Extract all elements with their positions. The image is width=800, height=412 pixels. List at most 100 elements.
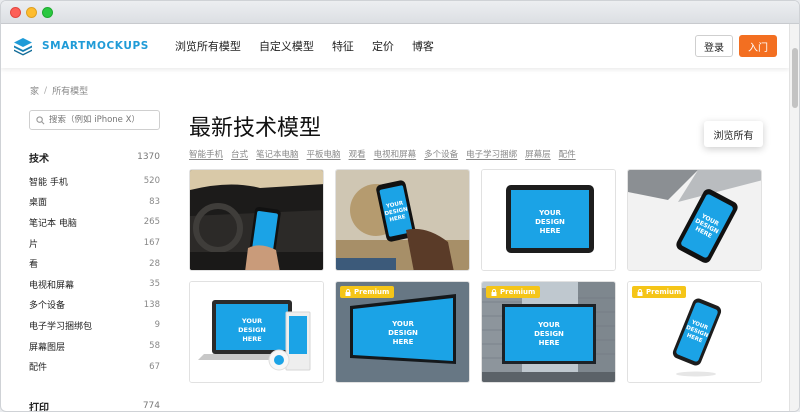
mockup-thumbnail: YOUR DESIGN HERE — [482, 170, 615, 270]
category-print[interactable]: 打印 774 — [29, 392, 160, 411]
breadcrumb-home[interactable]: 家 — [30, 84, 39, 97]
mockup-card-car-phone[interactable] — [189, 169, 324, 271]
auth-buttons: 登录 入门 — [695, 35, 777, 57]
sidebar-item-tablets[interactable]: 片 167 — [29, 233, 160, 254]
design-text-line1: YOUR — [537, 321, 560, 329]
sidebar-item-laptops[interactable]: 笔记本 电脑 265 — [29, 212, 160, 233]
filter-multiple-devices[interactable]: 多个设备 — [424, 148, 458, 160]
sidebar-item-count: 67 — [149, 361, 160, 372]
design-text-line3: HERE — [242, 335, 261, 343]
sidebar-item-count: 58 — [149, 341, 160, 352]
category-tech[interactable]: 技术 1370 — [29, 143, 160, 171]
sidebar-item-label: 桌面 — [29, 198, 48, 209]
logo-text: SMARTMOCKUPS — [42, 40, 149, 52]
mockup-card-laptop-phone[interactable]: YOUR DESIGN HERE — [627, 169, 762, 271]
filter-laptops[interactable]: 笔记本电脑 — [256, 148, 299, 160]
design-text-line2: DESIGN — [535, 218, 565, 226]
design-text-line2: DESIGN — [534, 330, 564, 338]
search-input[interactable] — [49, 115, 149, 125]
sidebar-item-count: 138 — [143, 299, 160, 310]
category-tech-label: 技术 — [29, 153, 49, 165]
sidebar-item-elearning[interactable]: 电子学习捆绑包 9 — [29, 315, 160, 336]
category-print-count: 774 — [142, 401, 160, 411]
nav-browse-all[interactable]: 浏览所有模型 — [175, 38, 241, 54]
sidebar-item-label: 电视和屏幕 — [29, 280, 75, 291]
mockup-card-billboard-building[interactable]: YOUR DESIGN HERE Premium — [481, 281, 616, 383]
design-text-line1: YOUR — [391, 320, 414, 328]
premium-label: Premium — [354, 288, 390, 296]
sidebar-item-count: 28 — [149, 258, 160, 269]
logo-icon — [14, 38, 32, 56]
sidebar-item-multiple-devices[interactable]: 多个设备 138 — [29, 295, 160, 316]
filter-smartphones[interactable]: 智能手机 — [189, 148, 223, 160]
minimize-window-button[interactable] — [26, 7, 37, 18]
breadcrumb: 家 / 所有模型 — [30, 84, 89, 98]
nav-features[interactable]: 特征 — [332, 38, 354, 54]
sidebar-item-label: 笔记本 电脑 — [29, 218, 77, 229]
mockup-card-tablet[interactable]: YOUR DESIGN HERE — [481, 169, 616, 271]
mockup-card-elearning-bundle[interactable]: YOUR DESIGN HERE — [189, 281, 324, 383]
sidebar-item-count: 520 — [143, 176, 160, 187]
filter-desktop[interactable]: 台式 — [231, 148, 248, 160]
sidebar-item-label: 多个设备 — [29, 301, 66, 312]
design-text-line3: HERE — [393, 338, 414, 346]
nav-custom-mockups[interactable]: 自定义模型 — [259, 38, 314, 54]
lock-icon — [637, 288, 643, 296]
mockup-card-hand-phone[interactable]: YOUR DESIGN HERE — [335, 169, 470, 271]
design-text-line2: DESIGN — [388, 329, 418, 337]
sidebar-item-watches[interactable]: 看 28 — [29, 253, 160, 274]
premium-badge: Premium — [632, 286, 687, 298]
mockup-thumbnail: YOUR DESIGN HERE — [190, 282, 323, 382]
sidebar-item-screen-layers[interactable]: 屏幕图层 58 — [29, 336, 160, 357]
page-title: 最新技术模型 — [189, 116, 322, 141]
sidebar-item-accessories[interactable]: 配件 67 — [29, 356, 160, 377]
filter-tv-screens[interactable]: 电视和屏幕 — [374, 148, 417, 160]
get-started-button[interactable]: 入门 — [739, 35, 777, 57]
sidebar-item-count: 265 — [143, 217, 160, 228]
category-tech-count: 1370 — [137, 152, 160, 162]
breadcrumb-current: 所有模型 — [52, 87, 89, 97]
page-scrollbar[interactable] — [789, 24, 799, 411]
premium-label: Premium — [646, 288, 682, 296]
design-text-line3: HERE — [539, 339, 560, 347]
filter-tablets[interactable]: 平板电脑 — [307, 148, 341, 160]
browse-all-button[interactable]: 浏览所有 — [704, 121, 763, 147]
logo[interactable]: SMARTMOCKUPS — [13, 36, 149, 56]
mockup-thumbnail: YOUR DESIGN HERE — [336, 170, 469, 270]
breadcrumb-separator: / — [44, 85, 48, 96]
sidebar-item-label: 电子学习捆绑包 — [29, 321, 93, 332]
sidebar-item-tv-screens[interactable]: 电视和屏幕 35 — [29, 274, 160, 295]
scrollbar-thumb[interactable] — [792, 48, 798, 108]
design-text-line3: HERE — [540, 227, 561, 235]
filter-screen-layers[interactable]: 屏幕层 — [525, 148, 551, 160]
sidebar-item-count: 35 — [149, 279, 160, 290]
filter-watches[interactable]: 观看 — [349, 148, 366, 160]
nav-pricing[interactable]: 定价 — [372, 38, 394, 54]
design-text-line2: DESIGN — [238, 326, 266, 334]
search-box[interactable] — [29, 110, 160, 130]
design-text-line1: YOUR — [538, 209, 561, 217]
browser-window: SMARTMOCKUPS 浏览所有模型 自定义模型 特征 定价 博客 登录 入门… — [0, 0, 800, 412]
sidebar-item-label: 智能 手机 — [29, 177, 68, 188]
nav-blog[interactable]: 博客 — [412, 38, 434, 54]
mockup-card-floating-phone[interactable]: YOUR DESIGN HERE Premium — [627, 281, 762, 383]
premium-badge: Premium — [340, 286, 395, 298]
title-bar — [1, 1, 799, 24]
close-window-button[interactable] — [10, 7, 21, 18]
maximize-window-button[interactable] — [42, 7, 53, 18]
sidebar-item-count: 83 — [149, 196, 160, 207]
sidebar-item-count: 167 — [143, 238, 160, 249]
lock-icon — [345, 288, 351, 296]
sidebar-item-label: 屏幕图层 — [29, 342, 66, 353]
mockup-card-billboard-wall[interactable]: YOUR DESIGN HERE Premium — [335, 281, 470, 383]
sidebar-item-desktop[interactable]: 桌面 83 — [29, 192, 160, 213]
nav-links: 浏览所有模型 自定义模型 特征 定价 博客 — [175, 38, 452, 54]
design-text-line1: YOUR — [241, 317, 262, 325]
premium-badge: Premium — [486, 286, 541, 298]
filter-accessories[interactable]: 配件 — [559, 148, 576, 160]
sidebar-item-smartphones[interactable]: 智能 手机 520 — [29, 171, 160, 192]
category-sidebar: 技术 1370 智能 手机 520 桌面 83 笔记本 电脑 265 片 167… — [29, 143, 160, 411]
login-button[interactable]: 登录 — [695, 35, 733, 57]
filter-elearning[interactable]: 电子学习捆绑 — [466, 148, 517, 160]
lock-icon — [491, 288, 497, 296]
